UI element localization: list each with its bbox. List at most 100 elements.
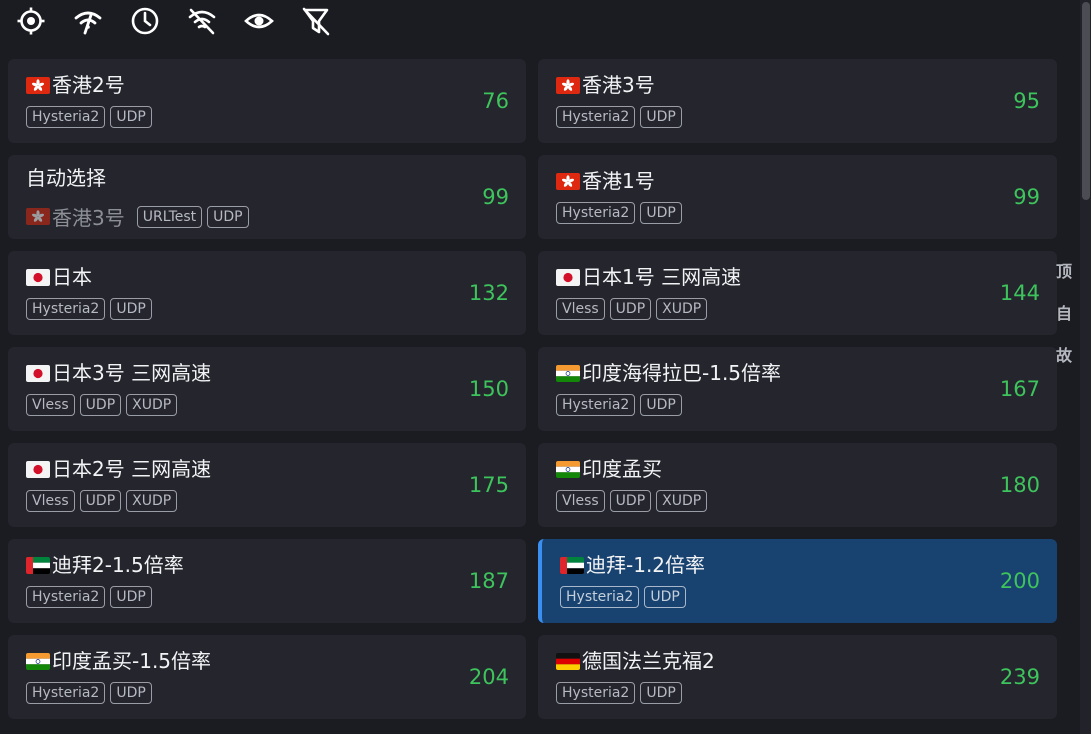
proxy-name: 香港2号 xyxy=(26,73,125,97)
flag-jp-icon xyxy=(26,460,50,478)
proxy-delay[interactable]: 204 xyxy=(469,664,509,690)
proxy-tags: URLTest UDP xyxy=(136,205,249,228)
proxy-delay[interactable]: 150 xyxy=(469,376,509,402)
proxy-tag: Hysteria2 xyxy=(556,106,636,128)
flag-ae-icon xyxy=(560,556,584,574)
clock-icon[interactable] xyxy=(129,5,161,37)
proxy-tag: Vless xyxy=(26,490,75,512)
flag-jp-icon xyxy=(556,268,580,286)
flag-de-icon xyxy=(556,652,580,670)
proxy-tags: Hysteria2 UDP xyxy=(26,298,152,320)
proxy-tag: UDP xyxy=(79,394,122,416)
proxy-delay[interactable]: 239 xyxy=(1000,664,1040,690)
proxy-card[interactable]: 香港1号 Hysteria2 UDP 99 xyxy=(538,155,1057,239)
flag-jp-icon xyxy=(26,364,50,382)
proxy-name-text: 德国法兰克福2 xyxy=(582,649,715,673)
proxy-tag: UDP xyxy=(644,586,686,608)
proxy-delay[interactable]: 180 xyxy=(1000,472,1040,498)
proxy-card[interactable]: 印度孟买-1.5倍率 Hysteria2 UDP 204 xyxy=(8,635,526,719)
proxy-delay[interactable]: 99 xyxy=(482,184,509,210)
proxy-delay[interactable]: 132 xyxy=(469,280,509,306)
scrollbar-thumb[interactable] xyxy=(1082,2,1090,200)
proxy-name-text: 自动选择 xyxy=(26,166,106,190)
proxy-name: 香港3号 xyxy=(556,73,655,97)
proxy-tag: XUDP xyxy=(656,298,708,320)
proxy-tag: Vless xyxy=(26,394,75,416)
proxy-tag: Hysteria2 xyxy=(556,682,636,704)
proxy-card[interactable]: 印度海得拉巴-1.5倍率 Hysteria2 UDP 167 xyxy=(538,347,1057,431)
proxy-tag: UDP xyxy=(110,298,152,320)
proxy-name: 香港1号 xyxy=(556,169,655,193)
proxy-tag: UDP xyxy=(207,205,249,228)
proxy-tag: UDP xyxy=(609,298,652,320)
flag-hk-icon xyxy=(26,76,50,94)
proxy-name: 日本 xyxy=(26,265,92,289)
proxy-name: 日本2号 三网高速 xyxy=(26,457,211,481)
eye-icon[interactable] xyxy=(243,5,275,37)
proxy-name-text: 日本 xyxy=(52,265,92,289)
signal-icon[interactable] xyxy=(72,5,104,37)
proxy-tags: Hysteria2 UDP xyxy=(26,586,152,608)
side-action-fault[interactable]: 故 xyxy=(1056,346,1072,365)
proxy-delay[interactable]: 144 xyxy=(1000,280,1040,306)
proxy-tags: Hysteria2 UDP xyxy=(556,682,682,704)
proxy-name-text: 印度海得拉巴-1.5倍率 xyxy=(582,361,782,385)
no-signal-icon[interactable] xyxy=(186,5,218,37)
proxy-tag: XUDP xyxy=(656,490,708,512)
proxy-card[interactable]: 德国法兰克福2 Hysteria2 UDP 239 xyxy=(538,635,1057,719)
flag-hk-icon xyxy=(556,76,580,94)
flag-hk-icon xyxy=(556,172,580,190)
proxy-tag: UDP xyxy=(110,106,152,128)
proxy-card[interactable]: 日本3号 三网高速 Vless UDP XUDP 150 xyxy=(8,347,526,431)
proxy-tag: Vless xyxy=(556,298,605,320)
proxy-name-text: 日本1号 三网高速 xyxy=(582,265,742,289)
proxy-delay[interactable]: 167 xyxy=(1000,376,1040,402)
proxy-card[interactable]: 香港3号 Hysteria2 UDP 95 xyxy=(538,59,1057,143)
proxy-name: 日本1号 三网高速 xyxy=(556,265,741,289)
proxy-tags: Hysteria2 UDP xyxy=(556,202,682,224)
proxy-delay[interactable]: 76 xyxy=(482,88,509,114)
proxy-grid: 香港2号 Hysteria2 UDP 76 香港3号 Hysteria2 UDP 95 自动选择… xyxy=(8,59,1057,719)
proxy-card[interactable]: 迪拜-1.2倍率 Hysteria2 UDP 200 xyxy=(538,539,1057,623)
proxy-delay[interactable]: 95 xyxy=(1013,88,1040,114)
flag-in-icon xyxy=(26,652,50,670)
proxy-card[interactable]: 自动选择 香港3号 URLTest UDP 99 xyxy=(8,155,526,239)
proxy-delay[interactable]: 200 xyxy=(1000,568,1040,594)
proxy-tags: Vless UDP XUDP xyxy=(26,490,178,512)
proxy-card[interactable]: 印度孟买 Vless UDP XUDP 180 xyxy=(538,443,1057,527)
flag-in-icon xyxy=(556,364,580,382)
toolbar xyxy=(15,3,332,39)
proxy-name: 印度孟买 xyxy=(556,457,662,481)
locate-icon[interactable] xyxy=(15,5,47,37)
flag-jp-icon xyxy=(26,268,50,286)
proxy-name-text: 香港1号 xyxy=(582,169,655,193)
proxy-name-text: 日本2号 三网高速 xyxy=(52,457,212,481)
filter-off-icon[interactable] xyxy=(300,5,332,37)
proxy-delay[interactable]: 187 xyxy=(469,568,509,594)
proxy-name-text: 印度孟买-1.5倍率 xyxy=(52,649,212,673)
proxy-tag: UDP xyxy=(110,586,152,608)
proxy-card[interactable]: 香港2号 Hysteria2 UDP 76 xyxy=(8,59,526,143)
proxy-tag: Vless xyxy=(556,490,605,512)
proxy-card[interactable]: 日本 Hysteria2 UDP 132 xyxy=(8,251,526,335)
side-action-top[interactable]: 顶 xyxy=(1056,262,1072,281)
proxy-tags: Hysteria2 UDP xyxy=(26,682,152,704)
proxy-delay[interactable]: 175 xyxy=(469,472,509,498)
proxy-card[interactable]: 日本1号 三网高速 Vless UDP XUDP 144 xyxy=(538,251,1057,335)
proxy-tag: Hysteria2 xyxy=(26,586,106,608)
proxy-tags: Hysteria2 UDP xyxy=(556,394,682,416)
proxy-tag: Hysteria2 xyxy=(26,298,106,320)
proxy-tag: UDP xyxy=(640,202,682,224)
proxy-tag: Hysteria2 xyxy=(26,682,106,704)
proxy-card[interactable]: 迪拜2-1.5倍率 Hysteria2 UDP 187 xyxy=(8,539,526,623)
proxy-tags: Vless UDP XUDP xyxy=(556,490,708,512)
proxy-name-text: 日本3号 三网高速 xyxy=(52,361,212,385)
proxy-delay[interactable]: 99 xyxy=(1013,184,1040,210)
proxy-card[interactable]: 日本2号 三网高速 Vless UDP XUDP 175 xyxy=(8,443,526,527)
proxy-tag: XUDP xyxy=(126,490,178,512)
proxy-tag: Hysteria2 xyxy=(556,394,636,416)
proxy-name-text: 香港2号 xyxy=(52,73,125,97)
proxy-tags: Hysteria2 UDP xyxy=(560,586,686,608)
proxy-name-text: 印度孟买 xyxy=(582,457,662,481)
side-action-auto[interactable]: 自 xyxy=(1056,304,1072,323)
